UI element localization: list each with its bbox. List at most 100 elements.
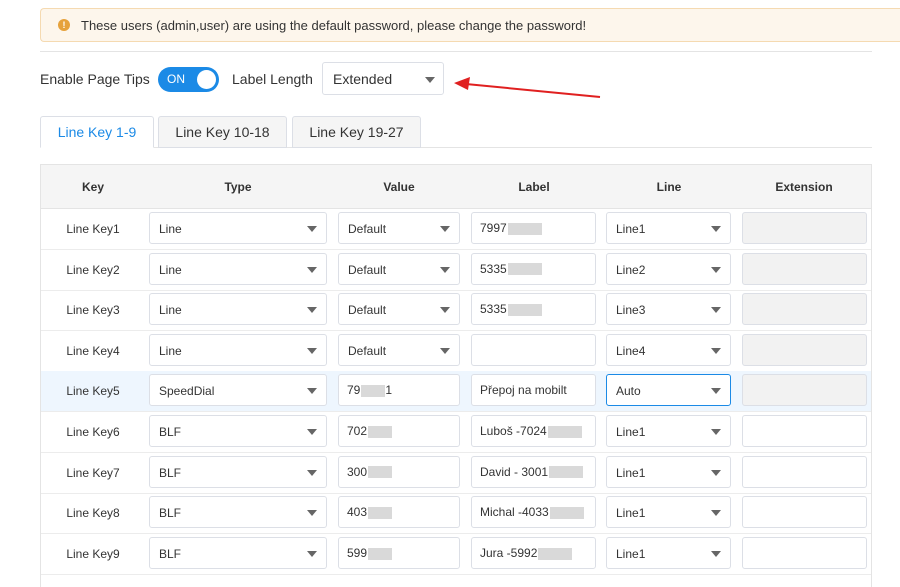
label-input[interactable]: 7997 xyxy=(471,212,596,244)
type-value: BLF xyxy=(159,465,182,480)
extension-input[interactable] xyxy=(742,415,867,447)
redacted-block xyxy=(538,547,573,560)
type-value: Line xyxy=(159,262,182,277)
chevron-down-icon xyxy=(711,510,721,517)
value-input[interactable]: 300 xyxy=(338,455,460,488)
line-select[interactable]: Auto xyxy=(606,374,731,407)
page-tips-label: Enable Page Tips xyxy=(40,71,150,87)
redacted-block xyxy=(368,547,393,560)
label-input[interactable] xyxy=(471,333,596,366)
tab-line-key-3[interactable]: Line Key 19-27 xyxy=(292,116,421,148)
value-digits: 702 xyxy=(347,424,368,438)
column-header-label: Label xyxy=(518,180,550,194)
label-input[interactable]: 5335 xyxy=(471,293,596,326)
label-value: Michal -4033 xyxy=(480,505,549,520)
label-length-select[interactable]: Extended xyxy=(322,62,444,95)
line-select[interactable]: Line1 xyxy=(606,455,731,488)
page-tips-toggle[interactable]: ON xyxy=(158,67,219,92)
value-select[interactable]: Default xyxy=(338,293,460,326)
line-select[interactable]: Line1 xyxy=(606,496,731,529)
label-length-label: Label Length xyxy=(232,71,313,87)
type-select[interactable]: Line xyxy=(149,252,327,285)
key-name: Line Key7 xyxy=(66,465,120,480)
line-select[interactable]: Line1 xyxy=(606,212,731,244)
chevron-down-icon xyxy=(307,266,317,273)
line-value: Line1 xyxy=(616,465,646,480)
type-select[interactable]: BLF xyxy=(149,496,327,529)
type-select[interactable]: Line xyxy=(149,293,327,326)
tab-line-key-1[interactable]: Line Key 1-9 xyxy=(40,116,154,148)
extension-input[interactable] xyxy=(742,536,867,569)
key-name: Line Key2 xyxy=(66,262,120,277)
type-value: Line xyxy=(159,303,182,318)
line-value: Line2 xyxy=(616,262,646,277)
redacted-block xyxy=(507,222,542,235)
type-value: Line xyxy=(159,343,182,358)
label-input[interactable]: Michal -4033 xyxy=(471,496,596,529)
value-input[interactable]: 599 xyxy=(338,536,460,569)
type-value: Line xyxy=(159,222,182,236)
line-select[interactable]: Line2 xyxy=(606,252,731,285)
label-input[interactable]: Luboš -7024 xyxy=(471,415,596,447)
column-header-extension: Extension xyxy=(775,180,833,194)
line-value: Line1 xyxy=(616,222,646,236)
label-text: Přepoj na mobilt xyxy=(480,383,567,397)
extension-input[interactable] xyxy=(742,496,867,529)
type-select[interactable]: BLF xyxy=(149,536,327,569)
line-value: Line4 xyxy=(616,343,646,358)
value-input[interactable]: 79 1 xyxy=(338,374,460,407)
type-select[interactable]: SpeedDial xyxy=(149,374,327,407)
redacted-block xyxy=(547,425,582,438)
line-value: Line3 xyxy=(616,303,646,318)
value-input[interactable]: 702 xyxy=(338,415,460,447)
key-name: Line Key3 xyxy=(66,303,120,318)
key-name: Line Key1 xyxy=(66,222,120,236)
chevron-down-icon xyxy=(711,429,721,435)
chevron-down-icon xyxy=(307,510,317,517)
chevron-down-icon xyxy=(307,347,317,354)
type-select[interactable]: BLF xyxy=(149,455,327,488)
label-value: Jura -5992 xyxy=(480,545,538,560)
warning-icon: ! xyxy=(58,19,70,31)
extension-input xyxy=(742,333,867,366)
label-value: Luboš -7024 xyxy=(480,424,547,438)
line-value: Line1 xyxy=(616,506,646,521)
line-select[interactable]: Line3 xyxy=(606,293,731,326)
line-select[interactable]: Line4 xyxy=(606,333,731,366)
label-input[interactable]: Přepoj na mobilt xyxy=(471,374,596,407)
chevron-down-icon xyxy=(711,226,721,232)
tab-line-key-2[interactable]: Line Key 10-18 xyxy=(158,116,287,148)
key-name: Line Key8 xyxy=(66,506,120,521)
redacted-block xyxy=(507,263,542,276)
value-select[interactable]: Default xyxy=(338,212,460,244)
annotation-arrow-icon xyxy=(454,77,601,98)
line-value: Line1 xyxy=(616,546,646,561)
type-value: SpeedDial xyxy=(159,384,215,399)
label-input[interactable]: Jura -5992 xyxy=(471,536,596,569)
chevron-down-icon xyxy=(711,307,721,314)
chevron-down-icon xyxy=(307,469,317,476)
value-select[interactable]: Default xyxy=(338,333,460,366)
type-select[interactable]: Line xyxy=(149,212,327,244)
type-select[interactable]: Line xyxy=(149,333,327,366)
value-input[interactable]: 403 xyxy=(338,496,460,529)
label-input[interactable]: David - 3001 xyxy=(471,455,596,488)
extension-input[interactable] xyxy=(742,455,867,488)
column-header-value: Value xyxy=(383,180,415,194)
key-name: Line Key6 xyxy=(66,425,120,439)
chevron-down-icon xyxy=(425,77,435,83)
label-text: David - 3001 xyxy=(480,465,584,479)
value-select[interactable]: Default xyxy=(338,252,460,285)
chevron-down-icon xyxy=(440,266,450,273)
line-select[interactable]: Line1 xyxy=(606,415,731,447)
label-input[interactable]: 5335 xyxy=(471,252,596,285)
table-row: Line Key6 BLF 702 Luboš -7024 Line1 xyxy=(41,412,871,453)
chevron-down-icon xyxy=(711,469,721,476)
extension-input xyxy=(742,293,867,326)
line-select[interactable]: Line1 xyxy=(606,536,731,569)
value-text: 702 xyxy=(347,424,393,438)
value-value: Default xyxy=(348,262,387,277)
type-select[interactable]: BLF xyxy=(149,415,327,447)
toggle-state-text: ON xyxy=(167,72,185,86)
value-text: 403 xyxy=(347,505,393,519)
